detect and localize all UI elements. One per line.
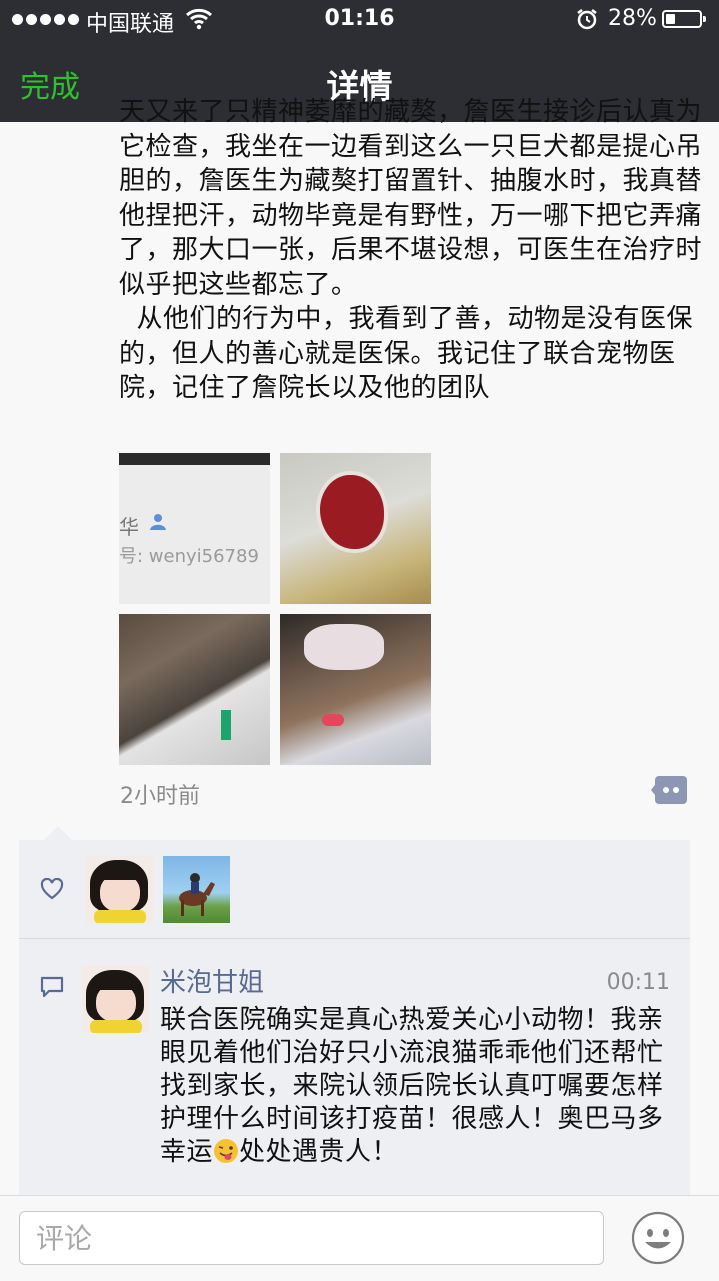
commenter-avatar[interactable] xyxy=(82,966,149,1033)
like-avatar[interactable] xyxy=(86,856,153,923)
status-bar: 中国联通 01:16 28% xyxy=(0,0,719,40)
post-image-3[interactable] xyxy=(119,614,270,765)
comment-text-part: 处处遇贵人！ xyxy=(239,1137,399,1167)
comment-text: 联合医院确实是真心热爱关心小动物！我亲眼见着他们治好只小流浪猫乖乖他们还帮忙找到… xyxy=(160,1004,672,1169)
heart-icon xyxy=(40,878,64,900)
post-text: 天又来了只精神萎靡的藏獒，詹医生接诊后认真为它检查，我坐在一边看到这么一只巨犬都… xyxy=(119,97,703,403)
like-avatar[interactable] xyxy=(163,856,230,923)
image-id-fragment: 号: wenyi56789 xyxy=(119,546,259,567)
comment-author[interactable]: 米泡甘姐 xyxy=(160,962,264,999)
likes-comments-panel: 米泡甘姐 00:11 联合医院确实是真心热爱关心小动物！我亲眼见着他们治好只小流… xyxy=(19,840,690,1195)
comment-time: 00:11 xyxy=(606,970,670,995)
post-image-2[interactable] xyxy=(280,453,431,604)
post-image-4[interactable] xyxy=(280,614,431,765)
battery-icon xyxy=(662,10,706,28)
comment-more-icon[interactable] xyxy=(651,776,687,804)
post-image-1[interactable]: 华 号: wenyi56789 xyxy=(119,453,270,604)
emoji-picker-icon[interactable] xyxy=(631,1211,685,1265)
person-icon xyxy=(150,514,166,530)
battery-level xyxy=(666,14,675,24)
post-time: 2小时前 xyxy=(120,784,200,809)
comment-input[interactable] xyxy=(19,1211,604,1265)
panel-pointer xyxy=(44,826,72,840)
comment-bar xyxy=(0,1195,719,1281)
battery-percent: 28% xyxy=(608,6,657,31)
image-name-fragment: 华 xyxy=(119,515,139,539)
winking-tongue-emoji-icon xyxy=(214,1139,239,1163)
comment-icon xyxy=(40,976,64,998)
alarm-icon xyxy=(577,9,597,30)
